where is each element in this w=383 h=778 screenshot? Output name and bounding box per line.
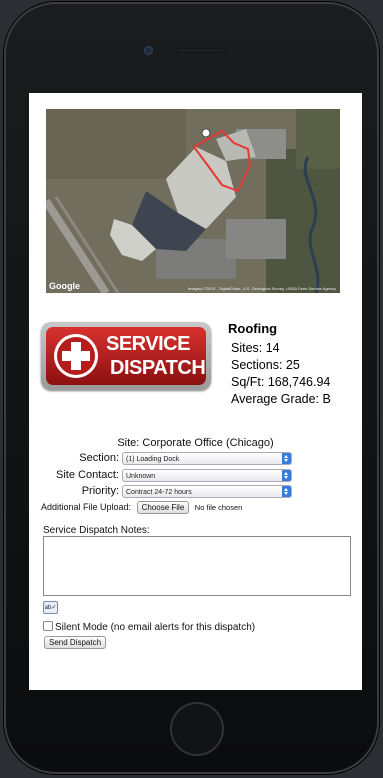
file-status: No file chosen — [194, 503, 243, 512]
notes-label: Service Dispatch Notes: — [43, 525, 150, 536]
map-image — [46, 109, 340, 293]
stats-title: Roofing — [228, 321, 278, 336]
select-arrow-icon — [282, 453, 291, 464]
section-select[interactable]: (1) Loading Dock — [122, 452, 292, 465]
select-arrow-icon — [282, 470, 291, 481]
notes-textarea[interactable] — [43, 536, 351, 596]
contact-row: Site Contact: Unknown — [29, 469, 362, 484]
contact-select[interactable]: Unknown — [122, 469, 292, 482]
priority-select[interactable]: Contract 24-72 hours — [122, 485, 292, 498]
satellite-map[interactable]: Google Imagery ©2015 , DigitalGlobe, U.S… — [46, 109, 340, 293]
section-row: Section: (1) Loading Dock — [29, 452, 362, 467]
stats-grade: Average Grade: B — [231, 392, 331, 406]
map-credit: Imagery ©2015 , DigitalGlobe, U.S. Geolo… — [187, 286, 336, 291]
choose-file-button[interactable]: Choose File — [136, 501, 190, 514]
cross-icon — [54, 334, 98, 378]
select-arrow-icon — [282, 486, 291, 497]
stats-sqft: Sq/Ft: 168,746.94 — [231, 375, 331, 389]
stats-sections: Sections: 25 — [231, 358, 300, 372]
section-label: Section: — [79, 452, 119, 464]
priority-label: Priority: — [81, 485, 119, 497]
file-upload-row: Additional File Upload: Choose File No f… — [41, 501, 242, 514]
send-dispatch-button[interactable]: Send Dispatch — [44, 636, 107, 649]
logo-text-dispatch: DISPATCH — [110, 357, 206, 379]
spellcheck-icon[interactable]: ab✓ — [43, 601, 58, 614]
silent-mode-label: Silent Mode (no email alerts for this di… — [55, 622, 256, 633]
priority-row: Priority: Contract 24-72 hours — [29, 485, 362, 500]
speaker-grille — [176, 48, 226, 53]
file-upload-label: Additional File Upload: — [41, 502, 132, 512]
service-dispatch-logo: SERVICE DISPATCH — [41, 322, 211, 390]
camera-icon — [144, 46, 153, 55]
silent-mode-checkbox[interactable] — [43, 621, 53, 631]
stats-sites: Sites: 14 — [231, 341, 280, 355]
contact-label: Site Contact: — [56, 469, 119, 481]
logo-text-service: SERVICE — [106, 333, 190, 355]
screen: Google Imagery ©2015 , DigitalGlobe, U.S… — [29, 93, 362, 690]
stats-panel: Roofing Sites: 14 Sections: 25 Sq/Ft: 16… — [228, 321, 331, 408]
site-label: Site: Corporate Office (Chicago) — [117, 437, 274, 449]
silent-mode-row: Silent Mode (no email alerts for this di… — [43, 621, 255, 633]
home-button[interactable] — [170, 702, 224, 756]
map-provider-logo: Google — [49, 281, 80, 291]
